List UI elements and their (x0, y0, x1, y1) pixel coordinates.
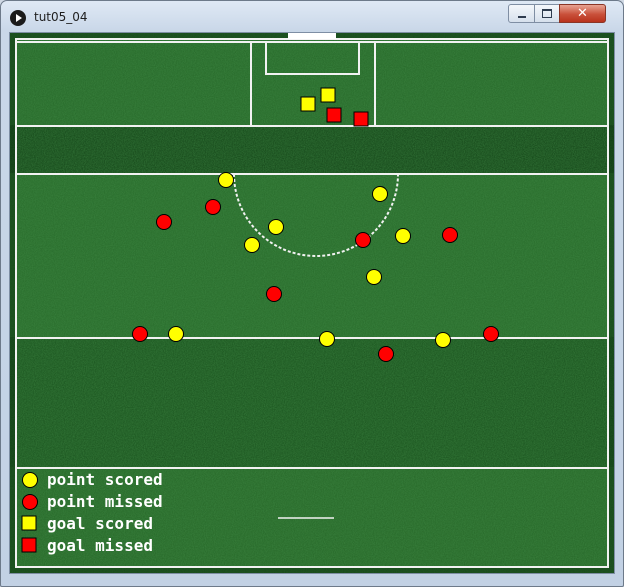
point-missed-marker (156, 214, 172, 230)
legend-goal-missed-label: goal missed (47, 536, 153, 555)
legend-point-scored-marker (22, 472, 38, 488)
legend-point-missed-marker (22, 494, 38, 510)
legend-goal-scored-marker (21, 515, 37, 531)
point-scored-marker (168, 326, 184, 342)
sketch-canvas[interactable]: point scored point missed goal scored go… (9, 32, 615, 574)
point-scored-marker (372, 186, 388, 202)
legend-goal-missed-marker (21, 537, 37, 553)
point-missed-marker (132, 326, 148, 342)
close-button[interactable]: ✕ (559, 4, 606, 23)
point-scored-marker (268, 219, 284, 235)
window-title: tut05_04 (34, 10, 88, 24)
processing-app-icon[interactable] (10, 10, 26, 26)
point-scored-marker (435, 332, 451, 348)
point-scored-marker (366, 269, 382, 285)
point-missed-marker (266, 286, 282, 302)
point-scored-marker (319, 331, 335, 347)
legend-goal-scored-label: goal scored (47, 514, 153, 533)
close-icon: ✕ (577, 6, 588, 21)
goal-posts (288, 33, 336, 39)
point-missed-marker (483, 326, 499, 342)
goal-missed-marker (353, 111, 369, 127)
point-missed-marker (355, 232, 371, 248)
goal-scored-marker (300, 96, 316, 112)
point-scored-marker (244, 237, 260, 253)
goal-scored-marker (320, 87, 336, 103)
title-bar[interactable]: tut05_04 ✕ (1, 1, 623, 33)
point-missed-marker (442, 227, 458, 243)
goal-missed-marker (326, 107, 342, 123)
minimize-icon (517, 15, 526, 18)
point-scored-marker (218, 172, 234, 188)
legend-point-scored-label: point scored (47, 470, 163, 489)
maximize-button[interactable] (534, 4, 560, 23)
legend-point-missed-label: point missed (47, 492, 163, 511)
point-missed-marker (378, 346, 394, 362)
pitch-svg: point scored point missed goal scored go… (10, 33, 614, 573)
minimize-button[interactable] (508, 4, 535, 23)
point-scored-marker (395, 228, 411, 244)
app-window: tut05_04 ✕ point scored point missed goa… (0, 0, 624, 587)
point-missed-marker (205, 199, 221, 215)
maximize-icon (542, 9, 552, 18)
